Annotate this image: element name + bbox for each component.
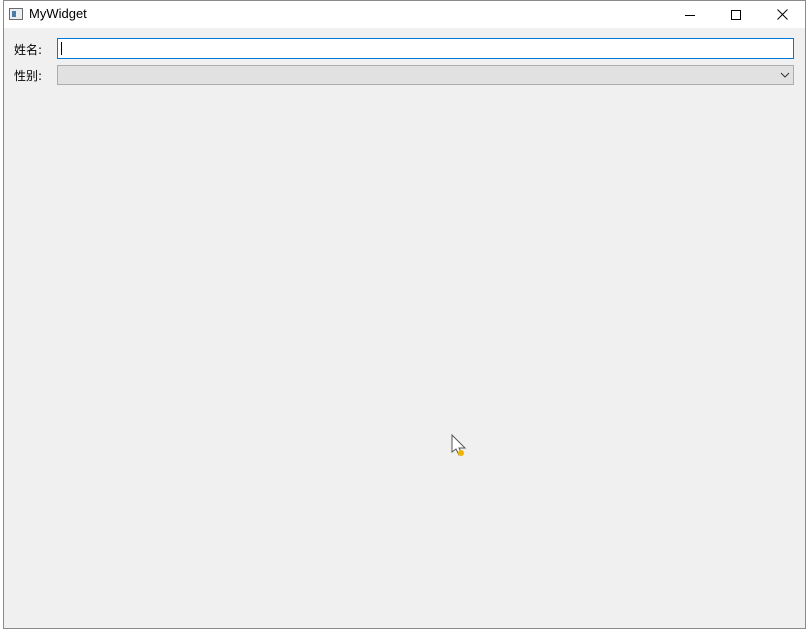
close-button[interactable] <box>759 1 805 28</box>
title-bar[interactable]: MyWidget <box>4 1 805 28</box>
window-title: MyWidget <box>29 6 87 21</box>
gender-label: 性别: <box>14 69 43 83</box>
text-caret <box>61 42 62 55</box>
mouse-pointer-icon <box>451 434 467 456</box>
maximize-button[interactable] <box>713 1 759 28</box>
close-icon <box>776 9 788 20</box>
app-window: MyWidget 姓名: 性别: <box>3 0 806 629</box>
maximize-icon <box>731 9 741 20</box>
minimize-icon <box>685 14 695 16</box>
gender-combobox[interactable] <box>57 65 794 85</box>
name-label: 姓名: <box>14 43 43 57</box>
name-input[interactable] <box>57 38 794 59</box>
window-app-icon <box>9 8 23 20</box>
minimize-button[interactable] <box>667 1 713 28</box>
chevron-down-icon[interactable] <box>780 71 790 79</box>
